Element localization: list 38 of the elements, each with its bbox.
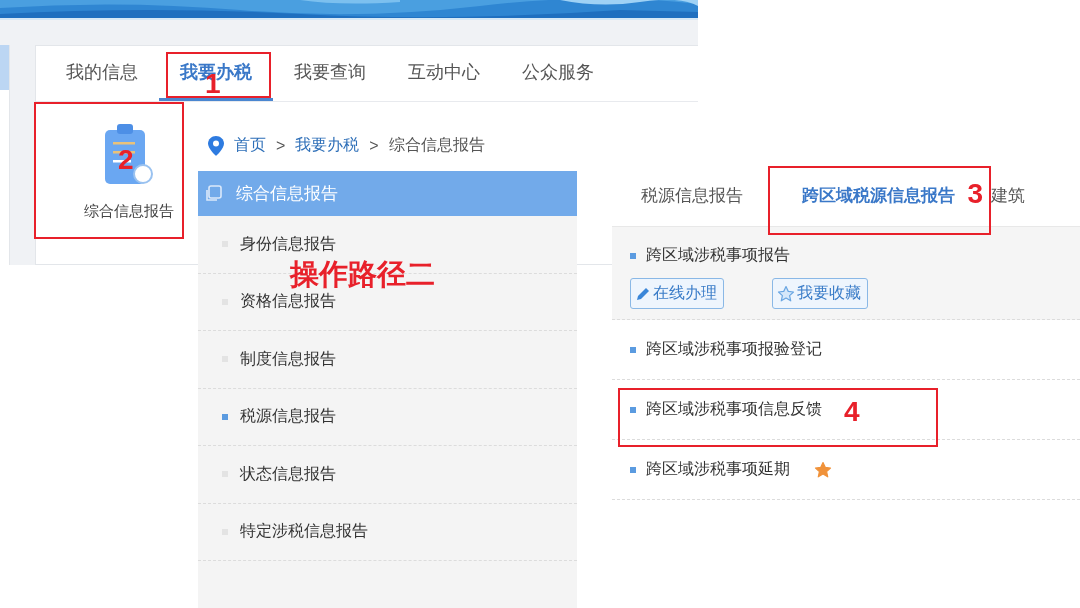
menu-item[interactable]: 资格信息报告: [240, 291, 336, 313]
menu-title: 综合信息报告: [236, 183, 338, 205]
menu-item[interactable]: 特定涉税信息报告: [240, 521, 368, 543]
matter-link[interactable]: 跨区域涉税事项延期: [646, 459, 790, 480]
copy-icon: [204, 184, 222, 203]
sub-tab[interactable]: 税源信息报告: [641, 184, 743, 207]
menu-item[interactable]: 制度信息报告: [240, 348, 336, 370]
nav-tab[interactable]: 公众服务: [501, 46, 615, 101]
annotation-caption: 操作路径二: [290, 260, 435, 289]
service-link[interactable]: 综合信息报告: [84, 202, 174, 221]
breadcrumb-separator: >: [369, 136, 379, 155]
breadcrumb-link[interactable]: 我要办税: [295, 135, 360, 156]
matter-link[interactable]: 跨区域涉税事项报验登记: [646, 339, 822, 360]
breadcrumb-current: 综合信息报告: [388, 135, 485, 155]
star-icon: [814, 460, 832, 479]
menu-item[interactable]: 身份信息报告: [240, 233, 336, 255]
breadcrumb-separator: >: [276, 136, 286, 155]
star-icon: [777, 284, 795, 303]
location-pin-icon: [208, 135, 224, 156]
step-number: 4: [844, 398, 860, 426]
bullet-icon: [630, 346, 636, 353]
matter-link[interactable]: 跨区域涉税事项信息反馈: [646, 399, 822, 420]
nav-tab[interactable]: 我的信息: [45, 46, 159, 101]
pencil-icon: [635, 285, 651, 302]
menu-item[interactable]: 税源信息报告: [240, 406, 336, 428]
sub-tab[interactable]: 跨区域税源信息报告: [802, 184, 955, 207]
bullet-icon: [630, 466, 636, 473]
matter-link[interactable]: 跨区域涉税事项报告: [646, 245, 790, 266]
nav-tab[interactable]: 我要查询: [273, 46, 387, 101]
action-button[interactable]: 在线办理: [630, 278, 724, 309]
breadcrumb-link[interactable]: 首页: [234, 135, 266, 156]
bullet-icon: [630, 406, 636, 413]
menu-item[interactable]: 状态信息报告: [240, 463, 336, 485]
nav-tab[interactable]: 互动中心: [387, 46, 501, 101]
step-number: 3: [967, 180, 983, 208]
bullet-icon: [630, 252, 636, 259]
sub-tab[interactable]: 建筑: [991, 184, 1025, 207]
action-button[interactable]: 我要收藏: [772, 278, 868, 309]
